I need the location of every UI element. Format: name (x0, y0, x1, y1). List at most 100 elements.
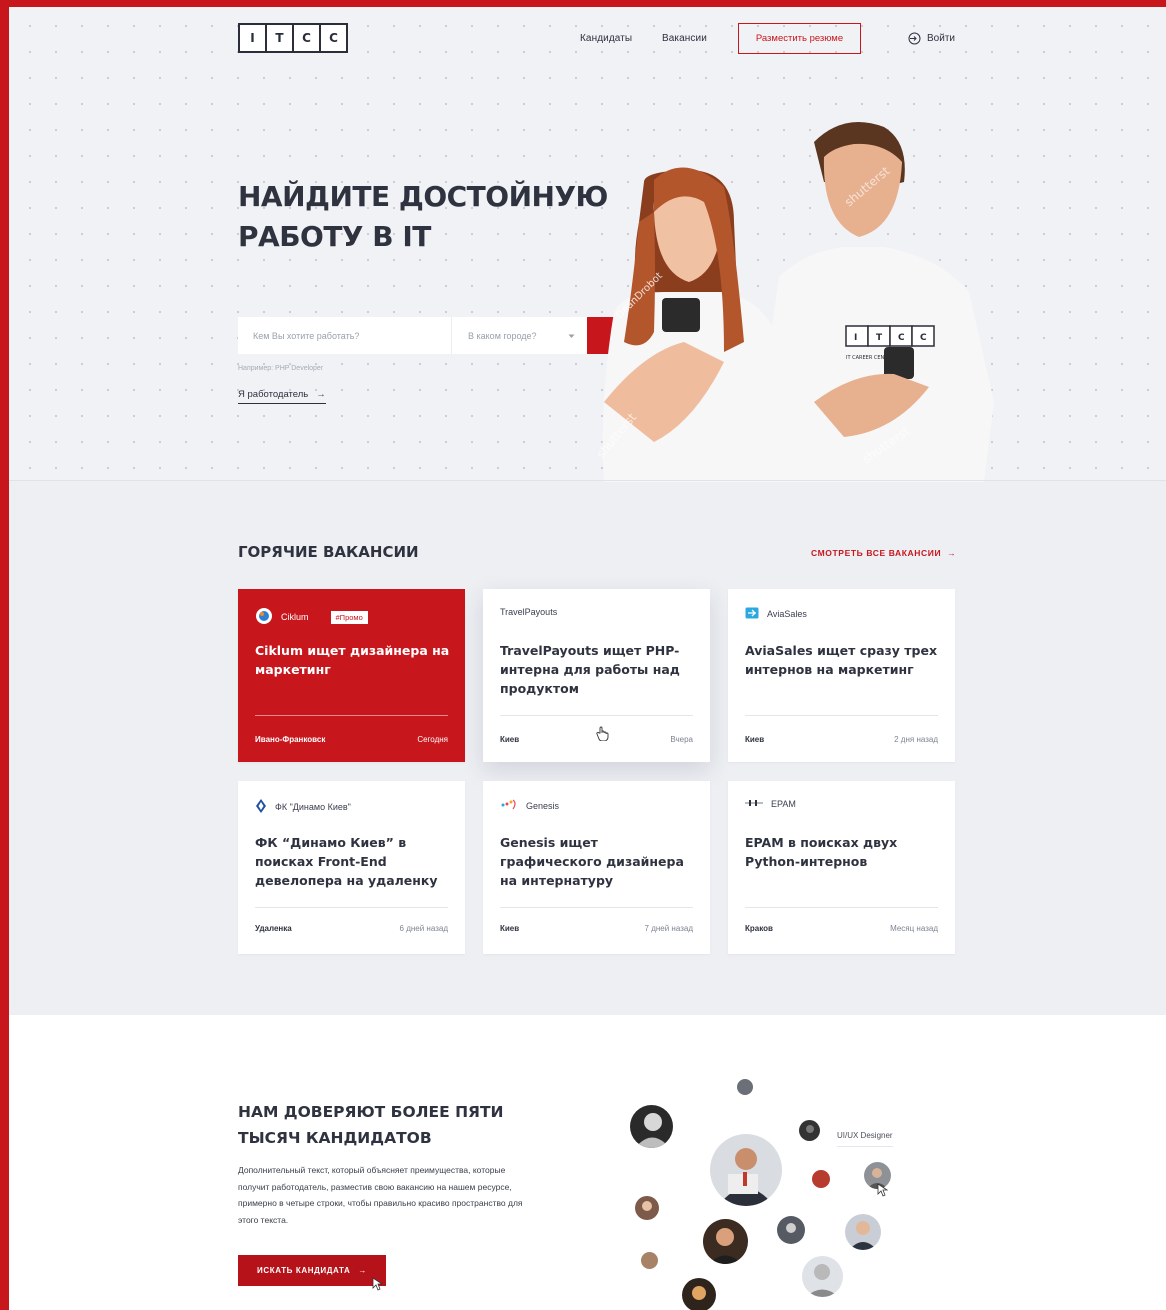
company-name: ФК "Динамо Киев" (275, 802, 351, 812)
city-select[interactable]: В каком городе? (451, 317, 587, 354)
card-company: Genesis (500, 799, 559, 813)
candidate-avatar[interactable] (635, 1196, 659, 1220)
candidate-avatar[interactable] (802, 1256, 843, 1297)
city-select-label: В каком городе? (468, 330, 537, 341)
candidate-avatar[interactable] (812, 1170, 830, 1188)
candidate-avatar[interactable] (703, 1219, 748, 1264)
vacancy-card[interactable]: Ciklum #Промо Ciklum ищет дизайнера на м… (238, 589, 465, 762)
vacancy-date: Сегодня (417, 735, 448, 744)
candidate-avatar[interactable] (777, 1216, 805, 1244)
shirt-letter: T (876, 333, 883, 343)
epam-logo-icon (745, 799, 763, 809)
dynamo-logo-icon (255, 799, 267, 815)
hero-title-line: Найдите достойную (238, 180, 608, 213)
company-name: EPAM (771, 799, 796, 809)
vacancy-city: Удаленка (255, 924, 292, 933)
hand-cursor-icon (596, 726, 609, 746)
logo-letter: C (319, 23, 348, 53)
see-all-vacancies-link[interactable]: СМОТРЕТЬ ВСЕ ВАКАНСИИ → (811, 548, 956, 558)
login-icon (908, 32, 921, 45)
pointer-cursor-icon (372, 1277, 384, 1296)
vacancy-title: Genesis ищет графического дизайнера на и… (500, 835, 684, 888)
find-candidate-button[interactable]: ИСКАТЬ КАНДИДАТА → (238, 1255, 386, 1286)
login-link[interactable]: Войти (908, 32, 955, 45)
card-company: TravelPayouts (500, 607, 557, 617)
hero-people-image: DeanDrobot I T C C IT CAREER CENTRE shut… (584, 102, 1004, 482)
arrow-right-icon: → (947, 548, 957, 558)
see-all-label: СМОТРЕТЬ ВСЕ ВАКАНСИИ (811, 548, 942, 558)
vacancy-date: 6 дней назад (399, 924, 448, 933)
candidate-avatar[interactable] (799, 1120, 820, 1141)
job-search-input[interactable]: Кем Вы хотите работать? (238, 317, 451, 354)
vacancy-title: ФК “Динамо Киев” в поисках Front-End дев… (255, 835, 438, 888)
post-resume-button[interactable]: Разместить резюме (738, 23, 861, 54)
find-candidate-label: ИСКАТЬ КАНДИДАТА (257, 1266, 351, 1275)
employer-link[interactable]: Я работодатель → (238, 389, 326, 404)
vacancy-date: 2 дня назад (894, 735, 938, 744)
logo-letter: C (292, 23, 321, 53)
page: I T C C Кандидаты Вакансии Разместить ре… (9, 7, 1166, 1310)
genesis-logo-icon (500, 799, 518, 813)
candidate-avatar[interactable] (630, 1105, 673, 1148)
company-name: Genesis (526, 801, 560, 811)
candidate-avatar[interactable] (845, 1214, 881, 1250)
hero-section: I T C C Кандидаты Вакансии Разместить ре… (9, 7, 1166, 482)
vacancy-date: Вчера (670, 735, 693, 744)
vacancy-title: EPAM в поисках двух Python-интернов (745, 835, 898, 869)
company-name: Ciklum (281, 612, 309, 622)
promo-badge: #Промо (330, 610, 368, 624)
arrow-right-icon: → (316, 389, 326, 400)
card-company: EPAM (745, 799, 796, 809)
vacancy-card[interactable]: AviaSales AviaSales ищет сразу трех инте… (728, 589, 955, 762)
shirt-letter: I (854, 333, 857, 343)
candidate-avatar[interactable] (710, 1134, 782, 1206)
vacancy-card[interactable]: TravelPayouts TravelPayouts ищет PHP-инт… (483, 589, 710, 762)
divider (9, 480, 1166, 481)
nav-vacancies[interactable]: Вакансии (662, 33, 707, 44)
vacancy-card[interactable]: EPAM EPAM в поисках двух Python-интернов… (728, 781, 955, 954)
hero-title-line: работу в IT (238, 220, 431, 253)
candidate-avatar[interactable] (737, 1079, 753, 1095)
vacancy-date: Месяц назад (890, 924, 938, 933)
vacancy-city: Киев (500, 735, 520, 744)
vacancy-title: Ciklum ищет дизайнера на маркетинг (255, 643, 450, 677)
divider (500, 715, 693, 716)
role-tag: UI/UX Designer (837, 1131, 893, 1147)
company-name: AviaSales (767, 609, 807, 619)
trust-title-line: тысяч кандидатов (238, 1129, 432, 1147)
hot-vacancies-title: Горячие вакансии (238, 543, 419, 561)
vacancy-card[interactable]: ФК "Динамо Киев" ФК “Динамо Киев” в поис… (238, 781, 465, 954)
trust-section (9, 1015, 1166, 1310)
vacancy-card[interactable]: Genesis Genesis ищет графического дизайн… (483, 781, 710, 954)
vacancy-city: Краков (745, 924, 773, 933)
shirt-letter: C (920, 333, 927, 343)
search-hint: Например: PHP Developer (238, 365, 324, 372)
logo[interactable]: I T C C (238, 23, 348, 53)
shirt-letter: C (898, 333, 905, 343)
pointer-cursor-icon (877, 1183, 889, 1202)
login-label: Войти (927, 33, 955, 44)
chevron-down-icon (568, 331, 575, 341)
vacancy-title: TravelPayouts ищет PHP-интерна для работ… (500, 643, 680, 696)
card-company: Ciklum #Промо (255, 607, 368, 627)
hero-title: Найдите достойную работу в IT (238, 177, 638, 257)
logo-letter: I (238, 23, 267, 53)
divider (745, 907, 938, 908)
vacancy-city: Ивано-Франковск (255, 735, 326, 744)
arrow-right-icon: → (358, 1266, 367, 1275)
divider (500, 907, 693, 908)
trust-title: Нам доверяют более пяти тысяч кандидатов (238, 1099, 538, 1151)
vacancy-title: AviaSales ищет сразу трех интернов на ма… (745, 643, 938, 677)
card-company: AviaSales (745, 607, 807, 621)
divider (255, 907, 448, 908)
trust-description: Дополнительный текст, который объясняет … (238, 1165, 523, 1225)
card-company: ФК "Динамо Киев" (255, 799, 351, 815)
nav-candidates[interactable]: Кандидаты (580, 33, 632, 44)
employer-link-label: Я работодатель (238, 389, 309, 400)
divider (745, 715, 938, 716)
candidate-avatar[interactable] (682, 1278, 716, 1310)
aviasales-logo-icon (745, 607, 759, 621)
trust-title-line: Нам доверяют более пяти (238, 1103, 504, 1121)
vacancy-city: Киев (500, 924, 520, 933)
candidate-avatar[interactable] (641, 1252, 658, 1269)
